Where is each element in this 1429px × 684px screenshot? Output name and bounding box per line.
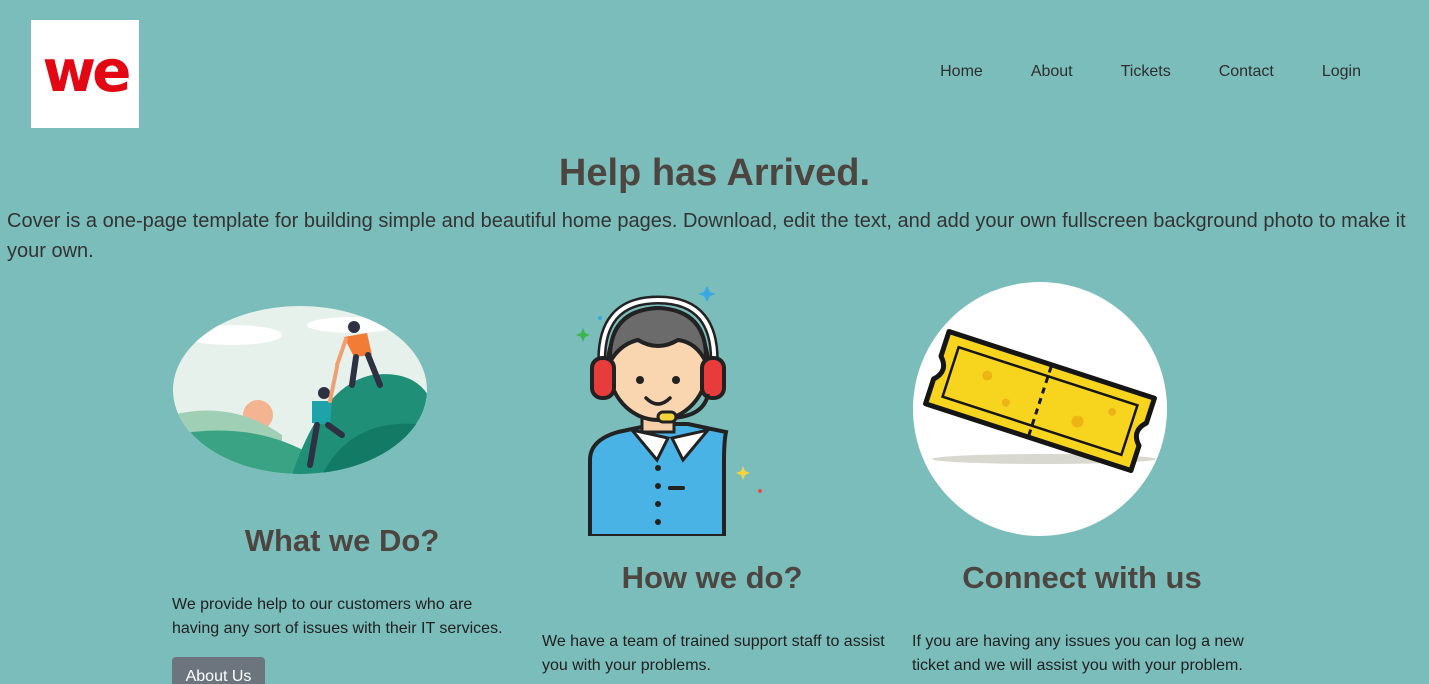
logo-text: we <box>42 37 132 105</box>
hero-lead: Cover is a one-page template for buildin… <box>7 210 1406 262</box>
nav-login[interactable]: Login <box>1322 63 1361 81</box>
support-agent-headset-icon <box>576 286 762 536</box>
connect-with-us-text: If you are having any issues you can log… <box>912 633 1244 674</box>
connect-with-us-title: Connect with us <box>962 560 1202 595</box>
how-we-do-text: We have a team of trained support staff … <box>542 633 885 674</box>
nav-about[interactable]: About <box>1031 63 1073 81</box>
hero-title: Help has Arrived. <box>558 152 871 194</box>
what-we-do-text: We provide help to our customers who are… <box>172 596 503 637</box>
main-nav: Home About Tickets Contact Login <box>892 63 1361 81</box>
about-us-button[interactable]: About Us <box>172 657 265 684</box>
logo[interactable]: we <box>31 20 139 128</box>
how-we-do-title: How we do? <box>621 560 803 595</box>
what-we-do-title: What we Do? <box>244 523 440 558</box>
nav-home[interactable]: Home <box>940 63 983 81</box>
nav-contact[interactable]: Contact <box>1219 63 1274 81</box>
nav-tickets[interactable]: Tickets <box>1121 63 1171 81</box>
climbing-help-illustration <box>173 306 427 474</box>
yellow-ticket-illustration <box>913 282 1167 536</box>
